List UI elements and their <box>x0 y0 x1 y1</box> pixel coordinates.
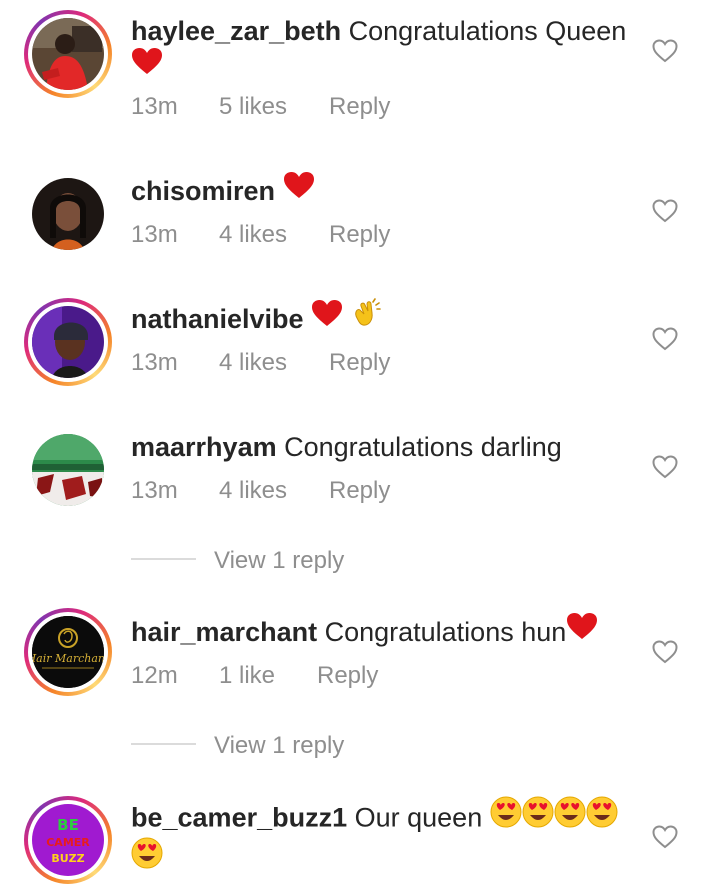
comment-text: maarrhyam Congratulations darling <box>131 429 631 465</box>
comment-likes[interactable]: 1 like <box>219 662 317 690</box>
comment-meta: 13m 4 likes Reply <box>131 221 390 249</box>
comment-time: 13m <box>131 477 178 504</box>
be-camer-buzz-logo-buzz: BUZZ <box>51 852 84 865</box>
comment-text: hair_marchant Congratulations hun <box>131 612 631 652</box>
avatar[interactable]: Hair Marchant <box>24 608 112 696</box>
comment-time: 13m <box>131 221 178 248</box>
heart-outline-icon[interactable] <box>652 39 678 63</box>
comment-meta: 13m 5 likes Reply <box>131 93 390 121</box>
comment-text: nathanielvibe <box>131 298 631 340</box>
comment-username[interactable]: hair_marchant <box>131 617 317 647</box>
reply-button[interactable]: Reply <box>329 93 390 121</box>
heart-eyes-emoji <box>490 796 522 837</box>
be-camer-buzz-logo-be: BE <box>57 816 79 834</box>
comment-likes[interactable]: 4 likes <box>219 349 329 377</box>
avatar[interactable] <box>32 178 104 250</box>
avatar[interactable] <box>32 434 104 506</box>
view-replies-label: View 1 reply <box>214 547 345 574</box>
comment-time: 12m <box>131 662 178 689</box>
comment-likes[interactable]: 4 likes <box>219 221 329 249</box>
clapping-hands-emoji <box>351 298 381 337</box>
hair-marchant-logo-text: Hair Marchant <box>32 652 104 665</box>
comment-body: Congratulations darling <box>284 432 562 462</box>
comment-body: Congratulations Queen <box>348 16 627 46</box>
reply-button[interactable]: Reply <box>329 349 390 377</box>
comment-time: 13m <box>131 349 178 376</box>
reply-button[interactable]: Reply <box>329 477 390 505</box>
heart-outline-icon[interactable] <box>652 455 678 479</box>
reply-button[interactable]: Reply <box>317 662 378 690</box>
avatar[interactable] <box>24 10 112 98</box>
comment-time: 13m <box>131 93 178 120</box>
heart-outline-icon[interactable] <box>652 825 678 849</box>
avatar[interactable] <box>24 298 112 386</box>
be-camer-buzz-logo-camer: CAMER <box>46 836 90 849</box>
comment-text: haylee_zar_beth Congratulations Queen <box>131 13 631 87</box>
comment-username[interactable]: haylee_zar_beth <box>131 16 341 46</box>
view-replies-button[interactable]: View 1 reply <box>131 547 344 575</box>
heart-eyes-emoji <box>522 796 554 837</box>
red-heart-emoji <box>131 47 163 84</box>
heart-eyes-emoji <box>131 837 163 878</box>
reply-button[interactable]: Reply <box>329 221 390 249</box>
comment-text: chisomiren <box>131 171 631 211</box>
red-heart-emoji <box>311 299 343 336</box>
comment-username[interactable]: be_camer_buzz1 <box>131 803 347 833</box>
divider-line <box>131 557 196 560</box>
heart-eyes-emoji <box>554 796 586 837</box>
heart-outline-icon[interactable] <box>652 640 678 664</box>
comment-body: Congratulations hun <box>324 617 567 647</box>
avatar[interactable]: BE CAMER BUZZ <box>24 796 112 884</box>
view-replies-button[interactable]: View 1 reply <box>131 732 344 760</box>
red-heart-emoji <box>566 612 598 649</box>
comment-username[interactable]: chisomiren <box>131 176 275 206</box>
heart-outline-icon[interactable] <box>652 199 678 223</box>
comment-likes[interactable]: 4 likes <box>219 477 329 505</box>
comment-username[interactable]: nathanielvibe <box>131 304 304 334</box>
comment-meta: 12m 1 like Reply <box>131 662 378 690</box>
heart-eyes-emoji <box>586 796 618 837</box>
comment-text: be_camer_buzz1 Our queen <box>131 796 631 881</box>
comment-meta: 13m 4 likes Reply <box>131 477 390 505</box>
divider-line <box>131 742 196 745</box>
heart-outline-icon[interactable] <box>652 327 678 351</box>
comment-meta: 13m 4 likes Reply <box>131 349 390 377</box>
comment-body: Our queen <box>354 802 483 833</box>
view-replies-label: View 1 reply <box>214 732 345 759</box>
comment-username[interactable]: maarrhyam <box>131 432 277 462</box>
red-heart-emoji <box>283 171 315 208</box>
comment-likes[interactable]: 5 likes <box>219 93 329 121</box>
